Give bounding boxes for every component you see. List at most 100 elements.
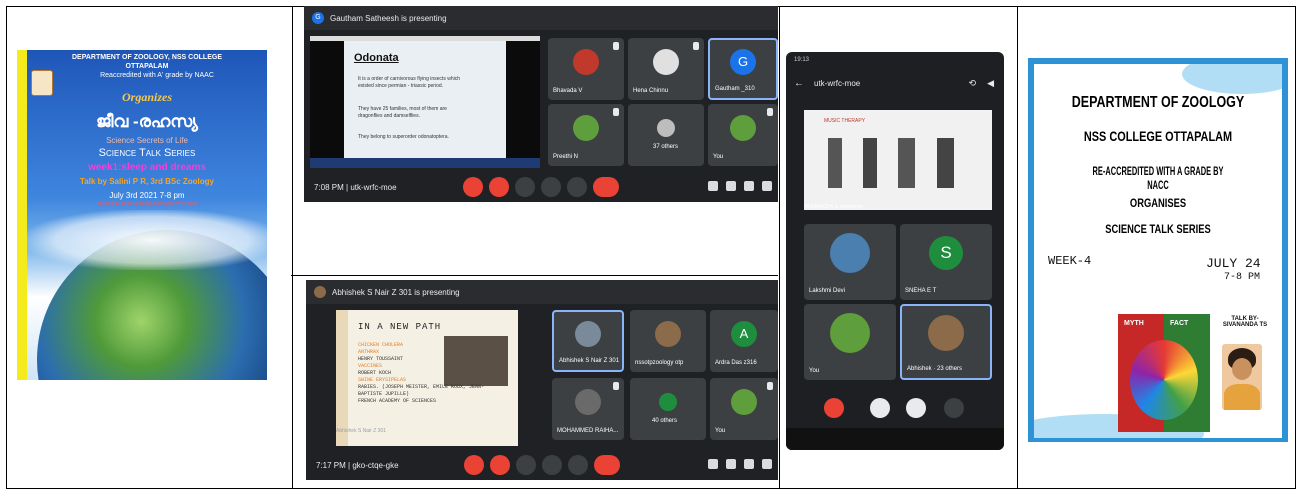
- musicians-image: [828, 138, 968, 188]
- participant-name: 40 others: [652, 418, 678, 424]
- avatar: [830, 312, 870, 353]
- participant-tile[interactable]: You: [708, 104, 778, 166]
- poster-time: 7-8 PM: [1224, 272, 1261, 283]
- slide-bullet: They belong to superorder odonatoptera.: [358, 134, 449, 140]
- participant-tile[interactable]: Lakshmi Devi: [804, 224, 896, 300]
- phone-meet-screenshot: 19:13 ← utk-wrfc-moe ⟲ ◀ MUSIC THERAPY M…: [786, 52, 1004, 450]
- cell-divider: [1017, 7, 1018, 488]
- camera-off-button[interactable]: [870, 398, 890, 418]
- shared-slide: MUSIC THERAPY: [804, 110, 992, 210]
- participant-tile[interactable]: Abhishek · 23 others: [900, 304, 992, 380]
- poster-malayalam-title: ജീവ -രഹസ്യ: [96, 112, 198, 131]
- slide-title: IN A NEW PATH: [358, 322, 442, 332]
- captions-button[interactable]: [515, 177, 535, 197]
- slide-list-item: CHICKEN CHOLERA: [358, 342, 404, 348]
- participant-name: 37 others: [653, 144, 679, 150]
- end-call-button[interactable]: [594, 455, 620, 475]
- poster-week: WEEK-4: [1048, 254, 1092, 268]
- present-button[interactable]: [541, 177, 561, 197]
- meet-screenshot-week1: G Gautham Satheesh is presenting Odonata…: [304, 6, 778, 202]
- participant-tile[interactable]: You: [710, 378, 778, 440]
- poster-accreditation: Reaccredited with A' grade by NAAC: [100, 72, 214, 79]
- avatar: [573, 48, 599, 75]
- slide-bullet: It is a order of carnivorous flying inse…: [358, 76, 460, 89]
- mic-off-button[interactable]: [906, 398, 926, 418]
- activities-icon[interactable]: [762, 459, 772, 469]
- info-icon[interactable]: [708, 181, 718, 191]
- cell-divider: [292, 7, 293, 488]
- poster-speaker: TALK BY- SIVANANDA TS: [1222, 316, 1268, 328]
- participant-tile[interactable]: You: [804, 304, 896, 380]
- participant-tile[interactable]: Bhavada V: [548, 38, 624, 100]
- presenter-avatar-icon: [314, 286, 326, 298]
- poster-organizes: Organizes: [121, 90, 172, 104]
- poster-heading-line2: NSS COLLEGE OTTAPALAM: [1083, 128, 1233, 144]
- participant-name: Preethi N: [553, 154, 579, 160]
- slide-caption: MUSIC THERAPY: [824, 118, 866, 124]
- participant-tile[interactable]: 37 others: [628, 104, 704, 166]
- speaker-icon[interactable]: ◀: [987, 78, 994, 89]
- activities-icon[interactable]: [762, 181, 772, 191]
- participant-tile[interactable]: nssotpzoology otp: [630, 310, 706, 372]
- people-icon[interactable]: [726, 181, 736, 191]
- presenter-avatar-icon: G: [312, 12, 324, 24]
- chat-icon[interactable]: [744, 181, 754, 191]
- presenting-text: Gautham Satheesh is presenting: [330, 13, 447, 23]
- poster-heading-line2: OTTAPALAM: [125, 63, 169, 70]
- back-arrow-icon[interactable]: ←: [794, 78, 804, 89]
- participant-name: You: [713, 154, 724, 160]
- mic-off-button[interactable]: [463, 177, 483, 197]
- avatar: [731, 388, 757, 415]
- mic-muted-icon: [693, 42, 699, 50]
- end-call-button[interactable]: [593, 177, 619, 197]
- present-button[interactable]: [542, 455, 562, 475]
- avatar: [830, 232, 870, 273]
- participant-tile[interactable]: MOHAMMED RAIHA...: [552, 378, 624, 440]
- chat-icon[interactable]: [744, 459, 754, 469]
- avatar: S: [929, 235, 963, 270]
- slide-list-item: SWINE ERYSIPELAS: [358, 377, 407, 383]
- avatar: [653, 48, 679, 75]
- slide-list-item: ROBERT KOCH: [358, 370, 392, 376]
- group-avatar: [659, 392, 677, 411]
- participant-tile[interactable]: S SNEHA E T: [900, 224, 992, 300]
- participant-tile[interactable]: G Gautham _310: [708, 38, 778, 100]
- captions-button[interactable]: [516, 455, 536, 475]
- poster-subtitle: Science Secrets of Life: [106, 136, 188, 145]
- presenting-text: Abhishek S Nair Z 301 is presenting: [332, 287, 460, 297]
- switch-camera-icon[interactable]: ⟲: [968, 78, 976, 89]
- slide-title: Odonata: [354, 52, 399, 64]
- poster-series: Science Talk Series: [98, 147, 196, 159]
- slide-list-item: ANTHRAX: [358, 349, 380, 355]
- mic-muted-icon: [613, 42, 619, 50]
- slide-list-item: HENRY TOUSSAINT: [358, 356, 404, 362]
- avatar: [730, 114, 756, 141]
- people-icon[interactable]: [726, 459, 736, 469]
- myth-fact-brain-image: MYTH FACT: [1118, 314, 1210, 432]
- meeting-code: utk-wrfc-moe: [814, 79, 861, 88]
- participant-tile[interactable]: Preethi N: [548, 104, 624, 166]
- camera-off-button[interactable]: [490, 455, 510, 475]
- info-icon[interactable]: [708, 459, 718, 469]
- participant-name: You: [715, 428, 726, 434]
- more-options-button[interactable]: [567, 177, 587, 197]
- participant-name: Lakshmi Devi: [809, 288, 846, 294]
- slide-presenter-label: Abhishek S Nair Z 301: [336, 428, 387, 434]
- participant-tile[interactable]: Hena Chinnu: [628, 38, 704, 100]
- presenting-text: MEENAKSHI is presenting: [804, 204, 864, 210]
- camera-off-button[interactable]: [489, 177, 509, 197]
- mic-muted-icon: [767, 108, 773, 116]
- mic-off-button[interactable]: [464, 455, 484, 475]
- participant-tile[interactable]: 40 others: [630, 378, 706, 440]
- more-options-button[interactable]: [944, 398, 964, 418]
- myth-label: MYTH: [1124, 320, 1144, 327]
- participant-tile[interactable]: Abhishek S Nair Z 301: [552, 310, 624, 372]
- more-options-button[interactable]: [568, 455, 588, 475]
- end-call-button[interactable]: [824, 398, 844, 418]
- cell-divider: [291, 275, 778, 276]
- poster-heading-line1: DEPARTMENT OF ZOOLOGY, NSS COLLEGE: [72, 54, 222, 61]
- participant-tile[interactable]: A Ardra Das z316: [710, 310, 778, 372]
- participant-name: Bhavada V: [553, 88, 583, 94]
- mic-muted-icon: [613, 382, 619, 390]
- poster-heading-line1: DEPARTMENT OF ZOOLOGY: [1071, 94, 1245, 111]
